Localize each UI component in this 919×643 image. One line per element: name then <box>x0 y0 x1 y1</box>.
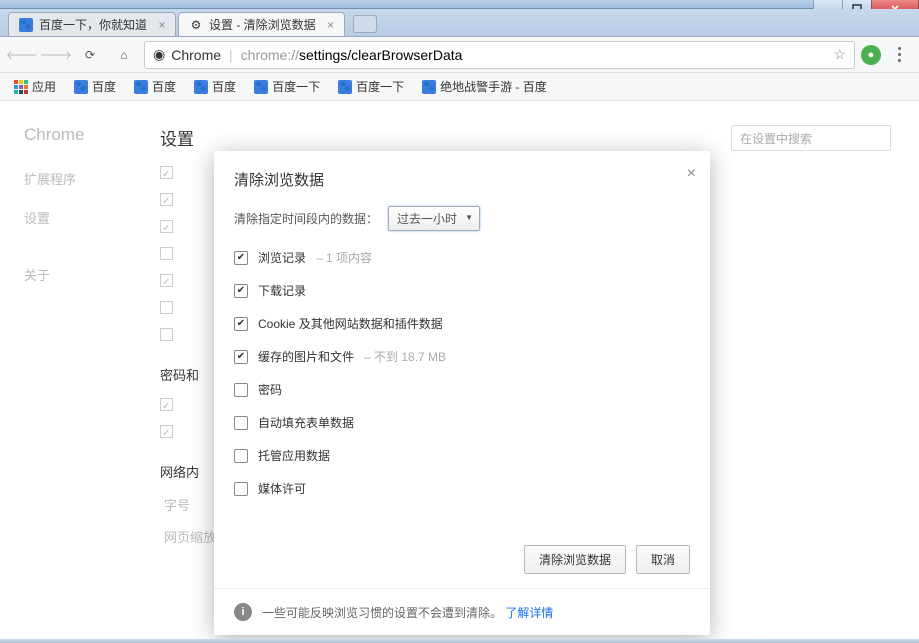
clear-data-option[interactable]: 下载记录 <box>234 282 690 299</box>
bookmark-item[interactable]: 🐾 绝地战警手游 - 百度 <box>416 76 553 97</box>
paw-icon: 🐾 <box>254 80 268 94</box>
clear-data-option[interactable]: Cookie 及其他网站数据和插件数据 <box>234 315 690 332</box>
bookmark-label: 百度 <box>92 78 116 95</box>
option-label: 密码 <box>258 381 282 398</box>
checkbox[interactable] <box>234 251 248 265</box>
bookmark-label: 百度一下 <box>272 78 320 95</box>
modal-close-button[interactable]: × <box>687 165 696 183</box>
tab-title: 百度一下，你就知道 <box>39 16 147 33</box>
paw-icon: 🐾 <box>338 80 352 94</box>
separator: | <box>229 47 233 63</box>
option-label: 浏览记录 <box>258 249 306 266</box>
bookmark-item[interactable]: 🐾 百度 <box>188 76 242 97</box>
bookmark-item[interactable]: 🐾 百度一下 <box>248 76 326 97</box>
home-button[interactable]: ⌂ <box>110 41 138 69</box>
gear-icon: ⚙ <box>189 18 203 32</box>
address-bar[interactable]: ◉ Chrome | chrome://settings/clearBrowse… <box>144 41 855 69</box>
clear-data-option[interactable]: 托管应用数据 <box>234 447 690 464</box>
window-statusbar <box>0 639 919 643</box>
clear-data-option[interactable]: 浏览记录 – 1 项内容 <box>234 249 690 266</box>
browser-toolbar: 🡐 🡒 ⟳ ⌂ ◉ Chrome | chrome://settings/cle… <box>0 37 919 73</box>
info-icon: i <box>234 603 252 621</box>
apps-shortcut[interactable]: 应用 <box>8 76 62 97</box>
apps-icon <box>14 80 28 94</box>
tab-settings[interactable]: ⚙ 设置 - 清除浏览数据 × <box>178 12 345 36</box>
tab-close-icon[interactable]: × <box>155 18 169 32</box>
time-range-select[interactable]: 过去一小时 <box>388 206 480 231</box>
new-tab-button[interactable] <box>353 15 377 33</box>
forward-button[interactable]: 🡒 <box>42 41 70 69</box>
bookmark-label: 百度 <box>152 78 176 95</box>
paw-icon: 🐾 <box>134 80 148 94</box>
bookmark-item[interactable]: 🐾 百度 <box>128 76 182 97</box>
clear-data-button[interactable]: 清除浏览数据 <box>524 545 626 574</box>
clear-data-option[interactable]: 媒体许可 <box>234 480 690 497</box>
bookmark-label: 百度 <box>212 78 236 95</box>
tab-title: 设置 - 清除浏览数据 <box>209 16 316 33</box>
cancel-button[interactable]: 取消 <box>636 545 690 574</box>
reload-button[interactable]: ⟳ <box>76 41 104 69</box>
info-text: 一些可能反映浏览习惯的设置不会遭到清除。 <box>262 606 502 620</box>
option-label: 下载记录 <box>258 282 306 299</box>
apps-label: 应用 <box>32 78 56 95</box>
checkbox[interactable] <box>234 284 248 298</box>
chrome-menu-button[interactable] <box>887 47 911 62</box>
clear-data-option[interactable]: 密码 <box>234 381 690 398</box>
option-label: 媒体许可 <box>258 480 306 497</box>
url-path: settings/clearBrowserData <box>299 47 462 63</box>
settings-page: Chrome 扩展程序 设置 关于 在设置中搜索 设置 密码和 网络内 字号 网… <box>0 101 919 643</box>
back-button[interactable]: 🡐 <box>8 41 36 69</box>
option-label: 缓存的图片和文件 <box>258 348 354 365</box>
paw-icon: 🐾 <box>194 80 208 94</box>
option-label: 托管应用数据 <box>258 447 330 464</box>
tab-strip: 🐾 百度一下，你就知道 × ⚙ 设置 - 清除浏览数据 × <box>0 9 919 37</box>
checkbox[interactable] <box>234 449 248 463</box>
extension-icon[interactable]: ● <box>861 45 881 65</box>
modal-title: 清除浏览数据 <box>234 172 324 189</box>
bookmark-label: 绝地战警手游 - 百度 <box>440 78 547 95</box>
paw-icon: 🐾 <box>422 80 436 94</box>
time-range-label: 清除指定时间段内的数据： <box>234 210 378 227</box>
option-sublabel: – 不到 18.7 MB <box>364 348 446 365</box>
clear-data-option[interactable]: 自动填充表单数据 <box>234 414 690 431</box>
paw-icon: 🐾 <box>74 80 88 94</box>
option-label: 自动填充表单数据 <box>258 414 354 431</box>
option-sublabel: – 1 项内容 <box>316 249 372 266</box>
bookmarks-bar: 应用 🐾 百度 🐾 百度 🐾 百度 🐾 百度一下 🐾 百度一下 🐾 绝地战警手游 - 百度 <box>0 73 919 101</box>
tab-baidu[interactable]: 🐾 百度一下，你就知道 × <box>8 12 176 36</box>
learn-more-link[interactable]: 了解详情 <box>505 606 553 620</box>
option-label: Cookie 及其他网站数据和插件数据 <box>258 315 443 332</box>
bookmark-label: 百度一下 <box>356 78 404 95</box>
chrome-origin-chip: ◉ Chrome <box>153 46 221 63</box>
checkbox[interactable] <box>234 416 248 430</box>
bookmark-star-icon[interactable]: ☆ <box>833 46 846 63</box>
checkbox[interactable] <box>234 317 248 331</box>
window-titlebar <box>0 0 919 9</box>
clear-data-option[interactable]: 缓存的图片和文件 – 不到 18.7 MB <box>234 348 690 365</box>
checkbox[interactable] <box>234 350 248 364</box>
bookmark-item[interactable]: 🐾 百度 <box>68 76 122 97</box>
url-scheme: chrome:// <box>241 47 299 63</box>
checkbox[interactable] <box>234 482 248 496</box>
tab-close-icon[interactable]: × <box>324 18 338 32</box>
bookmark-item[interactable]: 🐾 百度一下 <box>332 76 410 97</box>
paw-icon: 🐾 <box>19 18 33 32</box>
checkbox[interactable] <box>234 383 248 397</box>
chrome-label-text: Chrome <box>171 47 221 63</box>
chrome-logo-icon: ◉ <box>153 46 165 63</box>
clear-browsing-data-dialog: 清除浏览数据 × 清除指定时间段内的数据： 过去一小时 浏览记录 – 1 项内容下… <box>214 151 710 635</box>
modal-backdrop: 清除浏览数据 × 清除指定时间段内的数据： 过去一小时 浏览记录 – 1 项内容下… <box>0 101 919 643</box>
